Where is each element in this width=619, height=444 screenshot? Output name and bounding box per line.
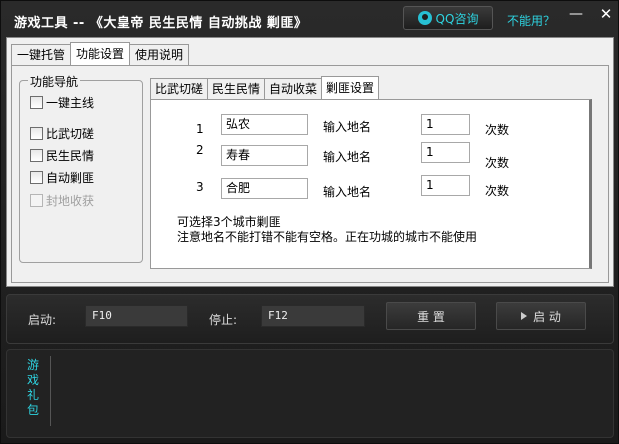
checkbox-label: 比武切磋	[46, 126, 95, 141]
reset-button[interactable]: 重 置	[386, 302, 476, 330]
tab-auto-harvest[interactable]: 自动收菜	[264, 78, 323, 99]
row-number: 2	[196, 143, 204, 157]
tab-duel[interactable]: 比武切磋	[150, 78, 209, 99]
function-settings-panel: 功能导航 一键主线 比武切磋 民生民情 自动剿匪 封地收获 比武切磋 民生民情 …	[11, 65, 609, 283]
function-nav-group: 功能导航 一键主线 比武切磋 民生民情 自动剿匪 封地收获	[19, 73, 143, 263]
checkbox-fief-harvest: 封地收获	[30, 192, 94, 208]
app-window: 游戏工具 -- 《大皇帝 民生民情 自动挑战 剿匪》 QQ咨询 不能用？ — ✕…	[0, 0, 619, 444]
tab-bandit-settings[interactable]: 剿匪设置	[321, 76, 380, 99]
count-label: 次数	[485, 156, 510, 170]
start-hotkey-field[interactable]: F10	[85, 305, 188, 327]
checkbox-box[interactable]	[30, 126, 43, 140]
city-input-2[interactable]: 寿春	[221, 145, 308, 166]
row-number: 1	[196, 122, 204, 136]
city-label: 输入地名	[323, 185, 372, 199]
checkbox-label: 封地收获	[46, 193, 95, 208]
checkbox-box[interactable]	[30, 148, 43, 162]
qq-consult-button[interactable]: QQ咨询	[403, 6, 493, 30]
city-label: 输入地名	[323, 120, 372, 134]
count-label: 次数	[485, 123, 510, 137]
start-hotkey-label: 启动:	[28, 313, 57, 327]
play-icon	[521, 312, 528, 320]
stop-hotkey-label: 停止:	[209, 313, 238, 327]
top-tab-bar: 一键托管 功能设置 使用说明	[11, 42, 190, 66]
checkbox-box[interactable]	[30, 170, 43, 184]
qq-icon	[417, 11, 432, 25]
minimize-button[interactable]: —	[567, 5, 585, 23]
bandit-settings-panel: 1 弘农 输入地名 1 次数 2 寿春 输入地名 1 次数 3 合肥 输入地名 …	[150, 99, 592, 269]
checkbox-duel[interactable]: 比武切磋	[30, 125, 94, 141]
tab-instructions[interactable]: 使用说明	[129, 44, 190, 65]
stop-hotkey-field[interactable]: F12	[261, 305, 365, 327]
count-input-3[interactable]: 1	[421, 175, 470, 196]
checkbox-box	[30, 193, 43, 207]
start-button[interactable]: 启 动	[496, 302, 586, 330]
checkbox-livelihood[interactable]: 民生民情	[30, 147, 94, 163]
qq-consult-label: QQ咨询	[435, 11, 479, 26]
checkbox-label: 一键主线	[46, 95, 95, 110]
function-nav-title: 功能导航	[28, 73, 81, 90]
count-input-1[interactable]: 1	[421, 114, 470, 135]
checkbox-auto-bandit[interactable]: 自动剿匪	[30, 169, 94, 185]
hotkey-bar: 启动: F10 停止: F12 重 置 启 动	[6, 294, 614, 344]
inner-tab-bar: 比武切磋 民生民情 自动收菜 剿匪设置	[150, 76, 380, 100]
close-button[interactable]: ✕	[597, 5, 615, 23]
divider	[50, 356, 51, 426]
start-button-label: 启 动	[533, 309, 561, 324]
gift-panel: 游戏礼包	[6, 349, 614, 438]
main-panel: 一键托管 功能设置 使用说明 功能导航 一键主线 比武切磋 民生民情 自动剿匪 …	[6, 37, 614, 287]
tab-one-key-hosting[interactable]: 一键托管	[11, 44, 72, 65]
count-input-2[interactable]: 1	[421, 142, 470, 163]
count-label: 次数	[485, 184, 510, 198]
help-link[interactable]: 不能用？	[507, 12, 555, 29]
window-title: 游戏工具 -- 《大皇帝 民生民情 自动挑战 剿匪》	[14, 16, 308, 31]
city-input-1[interactable]: 弘农	[221, 114, 308, 135]
checkbox-label: 民生民情	[46, 148, 95, 163]
tab-function-settings[interactable]: 功能设置	[70, 42, 131, 65]
checkbox-label: 自动剿匪	[46, 170, 95, 185]
checkbox-box[interactable]	[30, 95, 43, 109]
game-gift-label[interactable]: 游戏礼包	[25, 358, 41, 418]
title-bar[interactable]: 游戏工具 -- 《大皇帝 民生民情 自动挑战 剿匪》 QQ咨询 不能用？ — ✕	[1, 1, 619, 37]
city-label: 输入地名	[323, 150, 372, 164]
reset-button-label: 重 置	[417, 309, 445, 324]
checkbox-main-quest[interactable]: 一键主线	[30, 94, 94, 110]
hint-text-2: 注意地名不能打错不能有空格。正在功城的城市不能使用	[177, 230, 478, 244]
city-input-3[interactable]: 合肥	[221, 178, 308, 199]
row-number: 3	[196, 180, 204, 194]
tab-livelihood[interactable]: 民生民情	[207, 78, 266, 99]
